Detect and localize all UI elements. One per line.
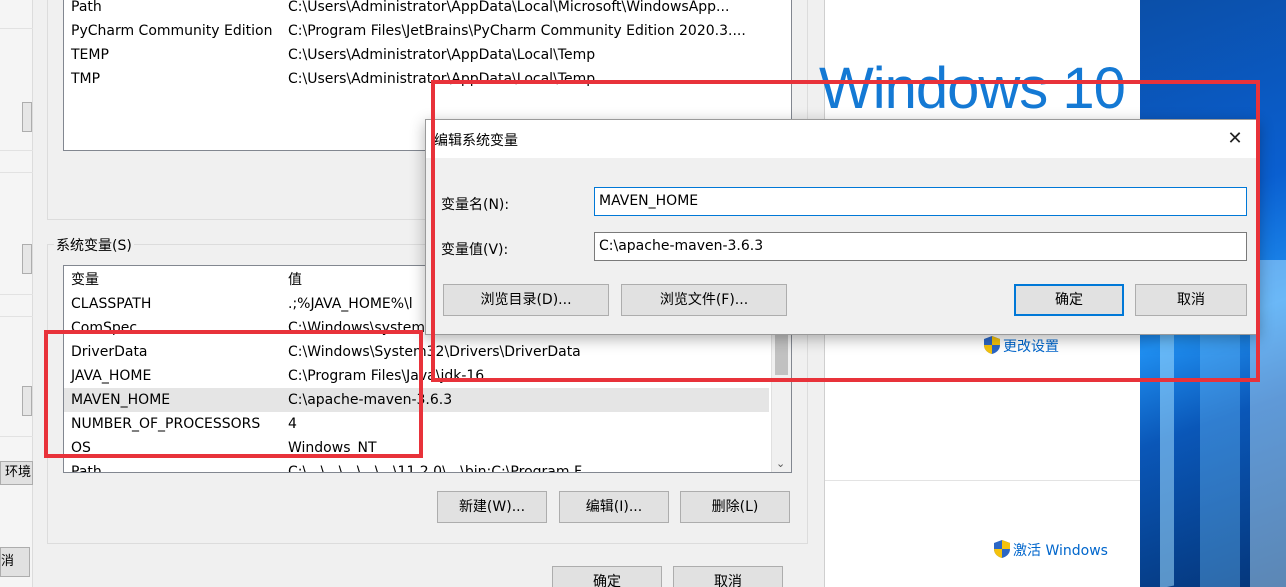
variable-name: DriverData (71, 344, 148, 360)
variable-value: C:\Windows\System32\Drivers\DriverData (288, 344, 581, 360)
shield-icon (994, 540, 1010, 558)
dialog-titlebar[interactable]: 编辑系统变量 ✕ (426, 120, 1258, 158)
column-header-variable[interactable]: 变量 (71, 268, 99, 292)
table-row-selected[interactable]: MAVEN_HOME C:\apache-maven-3.6.3 (64, 388, 769, 412)
divider (0, 150, 33, 151)
divider (0, 294, 33, 295)
variable-value-input[interactable]: C:\apache-maven-3.6.3 (594, 232, 1247, 261)
browse-directory-button[interactable]: 浏览目录(D)... (443, 284, 609, 316)
variable-name: MAVEN_HOME (71, 392, 171, 408)
table-row[interactable]: Path C:\...\...\...\...\...\11.2.0\...\b… (64, 460, 791, 473)
partial-button[interactable] (22, 244, 32, 274)
wallpaper-beam (1160, 318, 1174, 587)
divider (0, 436, 33, 437)
variable-value: C:\...\...\...\...\...\11.2.0\...\bin;C:… (288, 464, 594, 473)
variable-name-input[interactable]: MAVEN_HOME (594, 187, 1247, 216)
variable-name: OS (71, 440, 91, 456)
background-window-edge: 环境 消 (0, 0, 33, 587)
env-cancel-button[interactable]: 取消 (673, 566, 783, 587)
shield-icon (984, 336, 1000, 354)
partial-button[interactable] (22, 102, 32, 132)
variable-value: C:\Program Files\Java\jdk-16 (288, 368, 485, 384)
variable-value: C:\Windows\system (288, 320, 426, 336)
activate-windows-link[interactable]: 激活 Windows (1013, 540, 1108, 560)
windows-logo-text: Windows 10 (819, 56, 1126, 121)
environment-variables-button[interactable]: 环境 (0, 461, 33, 485)
column-header-value[interactable]: 值 (288, 268, 302, 292)
system-variables-label: 系统变量(S) (54, 235, 134, 255)
divider (0, 172, 33, 173)
cancel-button[interactable]: 取消 (1135, 284, 1247, 316)
variable-name: ComSpec (71, 320, 138, 336)
divider (0, 28, 33, 29)
chevron-down-icon[interactable]: ⌄ (776, 457, 785, 470)
dialog-title: 编辑系统变量 (434, 133, 518, 149)
divider (825, 480, 1141, 481)
table-row[interactable]: OS Windows_NT (64, 436, 791, 460)
variable-name: Path (71, 464, 102, 473)
ok-button[interactable]: 确定 (1014, 284, 1124, 316)
wallpaper-beam (1200, 300, 1240, 587)
variable-value: .;%JAVA_HOME%\l (288, 296, 413, 312)
background-cancel-button[interactable]: 消 (0, 547, 30, 577)
table-row[interactable]: DriverData C:\Windows\System32\Drivers\D… (64, 340, 791, 364)
variable-name-label: 变量名(N): (441, 197, 510, 213)
delete-variable-button[interactable]: 删除(L) (680, 491, 790, 523)
edit-variable-button[interactable]: 编辑(I)... (559, 491, 669, 523)
variable-value: Windows_NT (288, 440, 377, 456)
close-icon[interactable]: ✕ (1212, 120, 1258, 158)
variable-value: 4 (288, 416, 297, 432)
new-variable-button[interactable]: 新建(W)... (437, 491, 547, 523)
env-ok-button[interactable]: 确定 (552, 566, 662, 587)
edit-system-variable-dialog: 编辑系统变量 ✕ 变量名(N): MAVEN_HOME 变量值(V): C:\a… (425, 119, 1259, 335)
variable-value: C:\apache-maven-3.6.3 (288, 392, 453, 408)
variable-value-label: 变量值(V): (441, 242, 509, 258)
table-row[interactable]: JAVA_HOME C:\Program Files\Java\jdk-16 (64, 364, 791, 388)
divider (0, 316, 33, 317)
partial-button[interactable] (22, 386, 32, 416)
variable-name: NUMBER_OF_PROCESSORS (71, 416, 261, 432)
variable-name: JAVA_HOME (71, 368, 152, 384)
variable-name: CLASSPATH (71, 296, 152, 312)
browse-file-button[interactable]: 浏览文件(F)... (621, 284, 787, 316)
change-settings-link[interactable]: 更改设置 (1003, 336, 1059, 356)
table-row[interactable]: NUMBER_OF_PROCESSORS 4 (64, 412, 791, 436)
scrollbar-thumb[interactable] (775, 335, 788, 375)
